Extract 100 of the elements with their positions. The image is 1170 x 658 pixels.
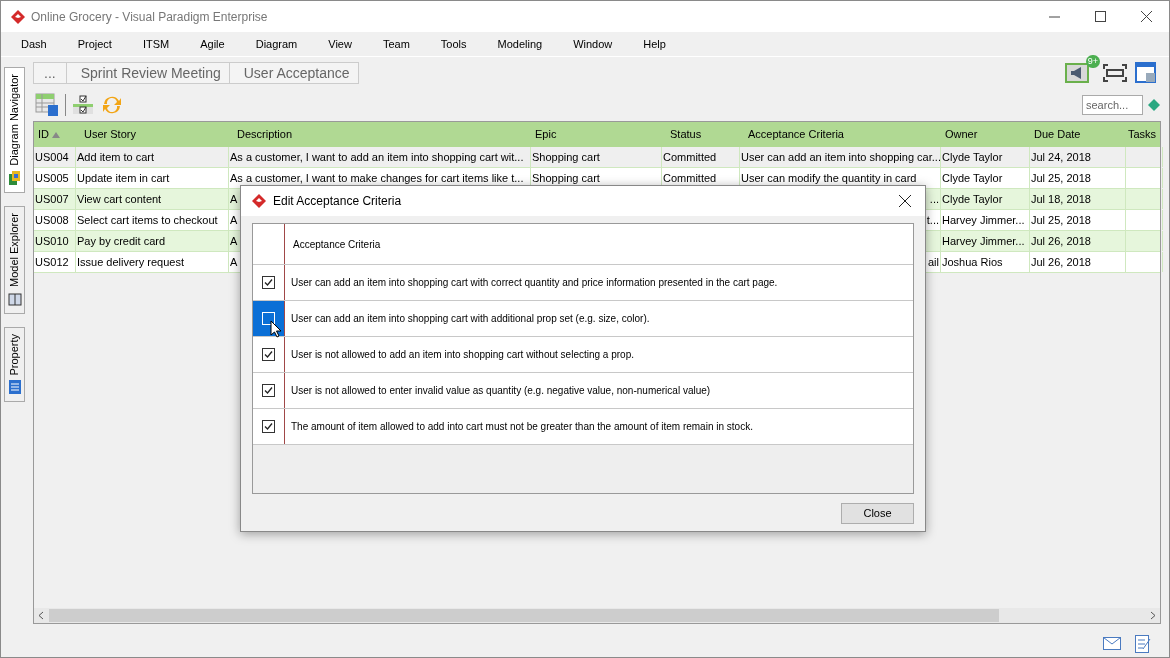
table-cell-text: US005 xyxy=(35,170,69,186)
table-cell-text: US007 xyxy=(35,191,69,207)
window-title: Online Grocery - Visual Paradigm Enterprise xyxy=(31,8,268,26)
table-cell-text: User can modify the quantity in card xyxy=(741,170,917,186)
fullscreen-icon[interactable] xyxy=(1103,64,1127,82)
table-cell-text: Jul 26, 2018 xyxy=(1031,233,1091,249)
table-cell-text: Harvey Jimmer... xyxy=(942,212,1025,228)
side-tab[interactable]: Model Explorer xyxy=(4,205,25,314)
notification-badge: 9+ xyxy=(1085,55,1100,68)
column-header[interactable]: User Story xyxy=(76,122,229,147)
note-icon[interactable] xyxy=(1135,634,1151,653)
table-cell-text: A xyxy=(230,191,238,207)
navigator-icon xyxy=(7,169,22,186)
side-tab[interactable]: Diagram Navigator xyxy=(4,67,25,193)
menu-item[interactable]: Modeling xyxy=(497,35,543,53)
table-cell-text: As a customer, I want to make changes for cart items like t... xyxy=(230,170,524,186)
breadcrumb-item[interactable]: ... xyxy=(33,62,67,84)
menu-item[interactable]: View xyxy=(328,35,352,53)
app-logo-icon xyxy=(251,193,267,209)
table-cell-text: Clyde Taylor xyxy=(942,149,1003,165)
maximize-icon[interactable] xyxy=(1094,11,1106,22)
column-header[interactable]: ID xyxy=(34,122,76,147)
search-field[interactable]: search... xyxy=(1082,95,1143,115)
checkbox[interactable] xyxy=(262,420,275,433)
column-header[interactable]: Status xyxy=(662,122,740,147)
table-cell-text: US004 xyxy=(35,149,69,165)
spreadsheet-icon[interactable] xyxy=(35,93,59,117)
criteria-text: User can add an item into shopping cart with correct quantity and price information presented in the cart page. xyxy=(290,276,778,290)
table-cell-text: As a customer, I want to add an item into shopping cart wit... xyxy=(230,149,524,165)
book-icon xyxy=(7,290,22,307)
criteria-text: The amount of item allowed to add into cart must not be greater than the amount of item remain in stock. xyxy=(290,420,753,434)
checklist-icon[interactable] xyxy=(72,94,94,116)
table-cell-text: Clyde Taylor xyxy=(942,170,1003,186)
menu-item[interactable]: ITSM xyxy=(142,35,170,53)
table-cell-text: US008 xyxy=(35,212,69,228)
table-cell-text: Add item to cart xyxy=(77,149,155,165)
checkbox[interactable] xyxy=(262,276,275,289)
criteria-row[interactable]: User can add an item into shopping cart with additional prop set (e.g. size, color). xyxy=(253,301,913,337)
menu-item[interactable]: Window xyxy=(573,35,613,53)
table-cell-text: US010 xyxy=(35,233,69,249)
column-header[interactable]: Epic xyxy=(531,122,662,147)
layout-icon[interactable] xyxy=(1135,62,1157,84)
column-header[interactable]: Due Date xyxy=(1030,122,1126,147)
criteria-text: User is not allowed to enter invalid value as quantity (e.g. negative value, non-numerical value) xyxy=(290,384,711,398)
table-cell-text: View cart content xyxy=(77,191,162,207)
criteria-row[interactable]: User can add an item into shopping cart with correct quantity and price information presented in the cart page. xyxy=(253,265,913,301)
breadcrumb-item[interactable]: User Acceptance xyxy=(228,62,359,84)
close-icon[interactable] xyxy=(899,195,911,207)
table-cell-text: Select cart items to checkout xyxy=(77,212,218,228)
table-cell-text: A xyxy=(230,212,238,228)
table-cell-text: Issue delivery request xyxy=(77,254,184,270)
property-icon xyxy=(7,379,22,396)
sort-ascending-icon xyxy=(52,131,60,138)
menu-item[interactable]: Dash xyxy=(21,35,47,53)
table-cell-text: A xyxy=(230,254,238,270)
column-header[interactable]: Description xyxy=(229,122,531,147)
criteria-text: User can add an item into shopping cart with additional prop set (e.g. size, color). xyxy=(290,312,650,326)
dialog-title: Edit Acceptance Criteria xyxy=(273,193,402,210)
table-row[interactable]: US004 Add item to cart As a customer, I want to add an item into shopping cart wit... Shopping cart Committed User can add an item into shopping car...Clyde Taylor Jul 24, 2018 xyxy=(34,147,1160,168)
criteria-row[interactable]: The amount of item allowed to add into cart must not be greater than the amount of item remain in stock. xyxy=(253,409,913,445)
menu-item[interactable]: Agile xyxy=(200,35,225,53)
column-header[interactable]: Acceptance Criteria xyxy=(740,122,941,147)
table-cell-text: Jul 24, 2018 xyxy=(1031,149,1091,165)
table-cell-text: Committed xyxy=(663,149,717,165)
announcement-button[interactable] xyxy=(1065,63,1089,83)
table-cell-text: ... xyxy=(929,191,939,207)
table-cell-text: Jul 18, 2018 xyxy=(1031,191,1091,207)
menu-item[interactable]: Project xyxy=(77,35,112,53)
criteria-row[interactable]: User is not allowed to enter invalid value as quantity (e.g. negative value, non-numerical value) xyxy=(253,373,913,409)
app-logo-icon xyxy=(10,8,26,25)
checkbox[interactable] xyxy=(262,348,275,361)
close-icon[interactable] xyxy=(1140,11,1152,22)
table-cell-text: Jul 26, 2018 xyxy=(1031,254,1091,270)
menu-item[interactable]: Team xyxy=(382,35,410,53)
table-cell-text: US012 xyxy=(35,254,69,270)
side-tab[interactable]: Property xyxy=(4,326,25,403)
table-cell-text: Joshua Rios xyxy=(942,254,1003,270)
table-cell-text: Committed xyxy=(663,170,717,186)
table-cell-text: Shopping cart xyxy=(532,170,600,186)
table-cell-text: Jul 25, 2018 xyxy=(1031,170,1091,186)
checkbox[interactable] xyxy=(262,384,275,397)
criteria-text: User is not allowed to add an item into shopping cart without selecting a prop. xyxy=(290,348,634,362)
menu-item[interactable]: Tools xyxy=(440,35,467,53)
column-header[interactable]: Tasks xyxy=(1126,122,1163,147)
table-cell-text: Shopping cart xyxy=(532,149,600,165)
table-cell-text: Pay by credit card xyxy=(77,233,166,249)
criteria-row[interactable]: User is not allowed to add an item into shopping cart without selecting a prop. xyxy=(253,337,913,373)
scrollbar-thumb[interactable] xyxy=(49,609,999,622)
mouse-cursor-icon xyxy=(270,320,282,338)
megaphone-icon xyxy=(1070,67,1084,79)
table-cell-text: ail xyxy=(928,254,939,270)
breadcrumb-item[interactable]: Sprint Review Meeting xyxy=(65,62,230,84)
close-dialog-button[interactable]: Close xyxy=(841,503,914,524)
column-header: Acceptance Criteria xyxy=(292,237,381,252)
menu-item[interactable]: Help xyxy=(643,35,666,53)
menu-item[interactable]: Diagram xyxy=(255,35,298,53)
table-cell-text: Clyde Taylor xyxy=(942,191,1003,207)
column-header[interactable]: Owner xyxy=(941,122,1030,147)
mail-icon[interactable] xyxy=(1103,637,1121,650)
table-cell-text: t... xyxy=(926,212,939,228)
